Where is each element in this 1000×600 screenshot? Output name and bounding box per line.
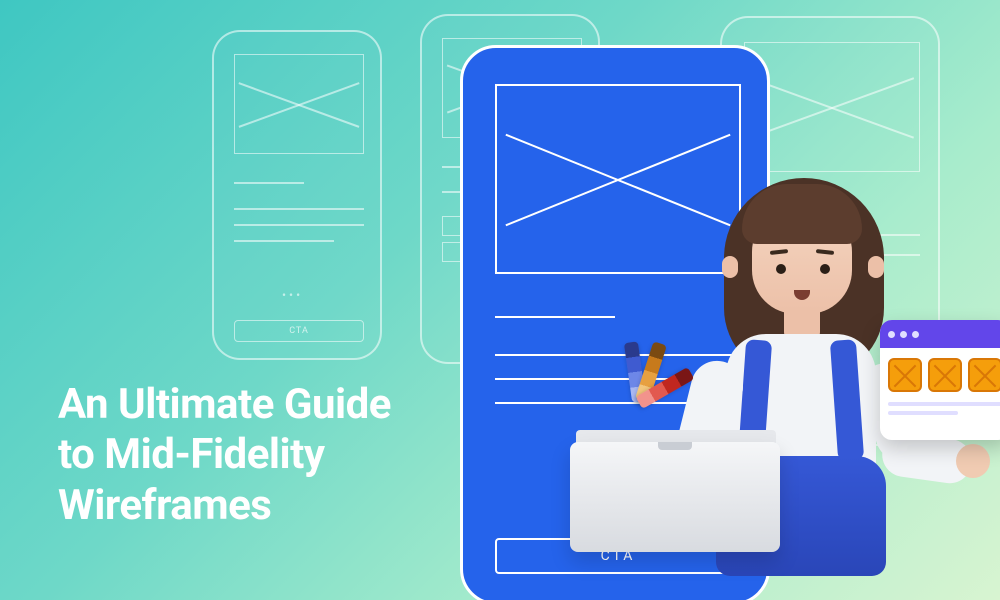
hero-title: An Ultimate Guide to Mid-Fidelity Wirefr…	[58, 380, 391, 531]
ui-mockup-card-icon	[880, 320, 1000, 440]
title-line-1: An Ultimate Guide	[58, 380, 391, 430]
hero-graphic: ••• CTA ••• CTA	[0, 0, 1000, 600]
ghost-wireframe-1: ••• CTA	[212, 30, 382, 360]
ghost-cta-label: CTA	[289, 326, 309, 336]
title-line-2: to Mid-Fidelity	[58, 430, 391, 480]
ghost-cta-1: CTA	[234, 320, 364, 342]
title-line-3: Wireframes	[58, 481, 391, 531]
